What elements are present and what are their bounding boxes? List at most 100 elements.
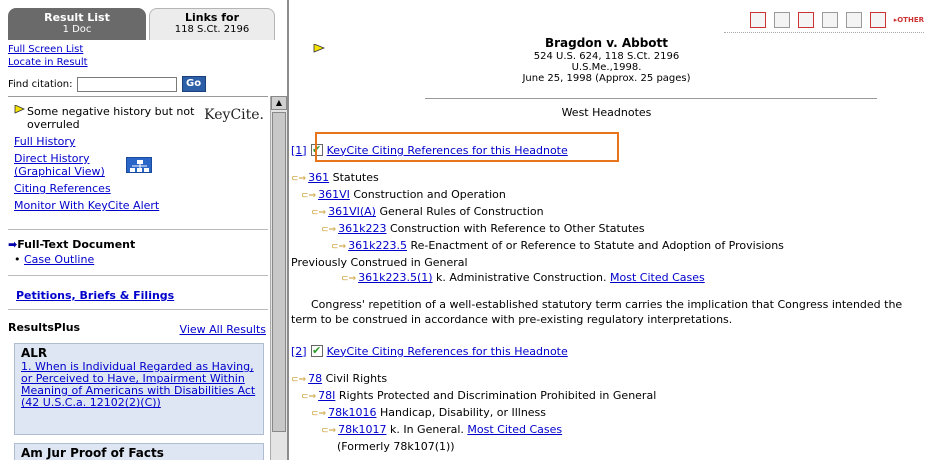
tab-links-for-title: Links for: [184, 11, 240, 24]
find-citation-label: Find citation:: [8, 78, 73, 90]
direct-history-link[interactable]: Direct History (Graphical View): [14, 152, 105, 178]
key-text: Civil Rights: [322, 372, 388, 385]
key-text: General Rules of Construction: [375, 205, 544, 218]
tab-links-for[interactable]: Links for 118 S.Ct. 2196: [149, 8, 275, 40]
most-cited-cases-link[interactable]: Most Cited Cases: [467, 423, 562, 436]
key-text: Previously Construed in General: [291, 256, 468, 269]
case-outline-link[interactable]: Case Outline: [24, 253, 94, 266]
monitor-keycite-link[interactable]: Monitor With KeyCite Alert: [14, 199, 159, 212]
full-screen-list-link[interactable]: Full Screen List: [8, 44, 83, 55]
left-scrollbar[interactable]: ▲: [270, 96, 287, 460]
key-number-link[interactable]: 361k223.5: [348, 239, 407, 252]
print-icon[interactable]: [797, 12, 814, 28]
keycite-logo: KeyCite.: [204, 107, 264, 123]
tab-links-for-sub: 118 S.Ct. 2196: [174, 24, 250, 35]
left-links: Full Screen List Locate in Result: [8, 43, 88, 69]
scroll-up-icon[interactable]: ▲: [271, 96, 287, 110]
petitions-briefs-link[interactable]: Petitions, Briefs & Filings: [16, 289, 174, 302]
headnote-number-link[interactable]: [2]: [291, 344, 307, 359]
tab-result-list[interactable]: Result List 1 Doc: [8, 8, 146, 40]
printer-icon[interactable]: [821, 12, 838, 28]
key-icon: ⊂⇒: [331, 242, 347, 252]
key-icon: ⊂⇒: [341, 274, 357, 284]
key-number-link[interactable]: 361: [308, 171, 329, 184]
divider: [8, 275, 268, 276]
headnote-paragraph: Congress' repetition of a well-establish…: [291, 298, 903, 326]
full-text-heading: Full-Text Document: [17, 238, 136, 251]
keycite-box: Some negative history but not overruled …: [8, 97, 268, 225]
copy-icon[interactable]: [773, 12, 790, 28]
tab-row: Result List 1 Doc Links for 118 S.Ct. 21…: [0, 0, 287, 40]
locate-in-result-link[interactable]: Locate in Result: [8, 57, 88, 68]
find-citation-input[interactable]: [76, 76, 177, 92]
highlight-box: [315, 132, 619, 162]
key-number-link[interactable]: 361k223.5(1): [358, 271, 432, 284]
key-text: Construction with Reference to Other Sta…: [386, 222, 645, 235]
key-text: Re-Enactment of or Reference to Statute …: [406, 239, 784, 252]
keycite-status-text: Some negative history but not overruled: [27, 105, 195, 131]
key-text: Statutes: [329, 171, 379, 184]
key-icon: ⊂⇒: [291, 174, 307, 184]
results-plus-logo: ResultsPlus: [8, 321, 81, 334]
keycite-headnote-link[interactable]: KeyCite Citing References for this Headn…: [327, 344, 568, 359]
key-number-link[interactable]: 78k1016: [328, 406, 376, 419]
key-number-link[interactable]: 78: [308, 372, 322, 385]
pdf-icon[interactable]: [749, 12, 766, 28]
key-number-link[interactable]: 361VI(A): [328, 205, 376, 218]
alr-link[interactable]: 1. When is Individual Regarded as Having…: [21, 360, 255, 409]
west-headnotes-heading: West Headnotes: [561, 106, 652, 119]
divider: [8, 309, 268, 310]
go-button[interactable]: Go: [181, 76, 206, 92]
case-citation: 524 U.S. 624, 118 S.Ct. 2196: [533, 51, 680, 62]
key-icon: ⊂⇒: [321, 225, 337, 235]
toolbar: ▸OTHER: [749, 10, 924, 30]
other-button[interactable]: ▸OTHER: [894, 16, 924, 24]
headnotes-body: [1] ✔ KeyCite Citing References for this…: [291, 132, 923, 454]
full-text-section: ➡Full-Text Document • Case Outline: [8, 238, 136, 266]
key-icon: ⊂⇒: [301, 392, 317, 402]
case-date: June 25, 1998 (Approx. 25 pages): [522, 73, 691, 84]
amjur-title: Am Jur Proof of Facts: [21, 446, 164, 460]
key-text: Rights Protected and Discrimination Proh…: [335, 389, 657, 402]
other-label: OTHER: [897, 16, 924, 24]
graphical-view-icon[interactable]: [126, 157, 152, 173]
toolbar-rule: [724, 32, 924, 33]
alr-title: ALR: [21, 346, 48, 360]
key-number-link[interactable]: 361VI: [318, 188, 350, 201]
download-icon[interactable]: [869, 12, 886, 28]
keycite-check-icon: ✔: [310, 344, 323, 357]
left-pane: Result List 1 Doc Links for 118 S.Ct. 21…: [0, 0, 287, 460]
view-all-results-link[interactable]: View All Results: [180, 323, 266, 336]
case-title: Bragdon v. Abbott: [544, 36, 669, 50]
headnote-1-keycite-row: [1] ✔ KeyCite Citing References for this…: [291, 132, 923, 162]
tab-result-list-title: Result List: [44, 11, 110, 24]
yellow-flag-icon: [14, 105, 25, 114]
arrow-right-icon: ➡: [8, 238, 18, 251]
full-history-link[interactable]: Full History: [14, 135, 75, 148]
most-cited-cases-link[interactable]: Most Cited Cases: [610, 271, 705, 284]
key-text: k. In General.: [386, 423, 468, 436]
key-number-link[interactable]: 361k223: [338, 222, 386, 235]
key-icon: ⊂⇒: [311, 409, 327, 419]
key-number-link[interactable]: 78I: [318, 389, 335, 402]
key-icon: ⊂⇒: [291, 375, 307, 385]
case-court: U.S.Me.,1998.: [571, 62, 642, 73]
find-citation: Find citation: Go: [8, 76, 206, 92]
case-header: Bragdon v. Abbott 524 U.S. 624, 118 S.Ct…: [289, 36, 924, 84]
headnote-2-keycite-row: [2] ✔ KeyCite Citing References for this…: [291, 341, 923, 361]
key-icon: ⊂⇒: [311, 208, 327, 218]
key-icon: ⊂⇒: [321, 426, 337, 436]
results-plus-header: ResultsPlus View All Results: [8, 321, 268, 336]
headnote-number-link[interactable]: [1]: [291, 143, 307, 158]
key-text: Construction and Operation: [349, 188, 506, 201]
left-scroll-area: Some negative history but not overruled …: [8, 96, 268, 460]
alr-box: ALR 1. When is Individual Regarded as Ha…: [14, 343, 264, 435]
key-number-link[interactable]: 78k1017: [338, 423, 386, 436]
document-pane: ▸OTHER Bragdon v. Abbott 524 U.S. 624, 1…: [289, 0, 928, 460]
key-icon: ⊂⇒: [301, 191, 317, 201]
tab-result-list-sub: 1 Doc: [62, 24, 92, 35]
header-rule: [425, 98, 877, 99]
scroll-thumb[interactable]: [272, 112, 286, 432]
citing-references-link[interactable]: Citing References: [14, 182, 111, 195]
email-icon[interactable]: [845, 12, 862, 28]
